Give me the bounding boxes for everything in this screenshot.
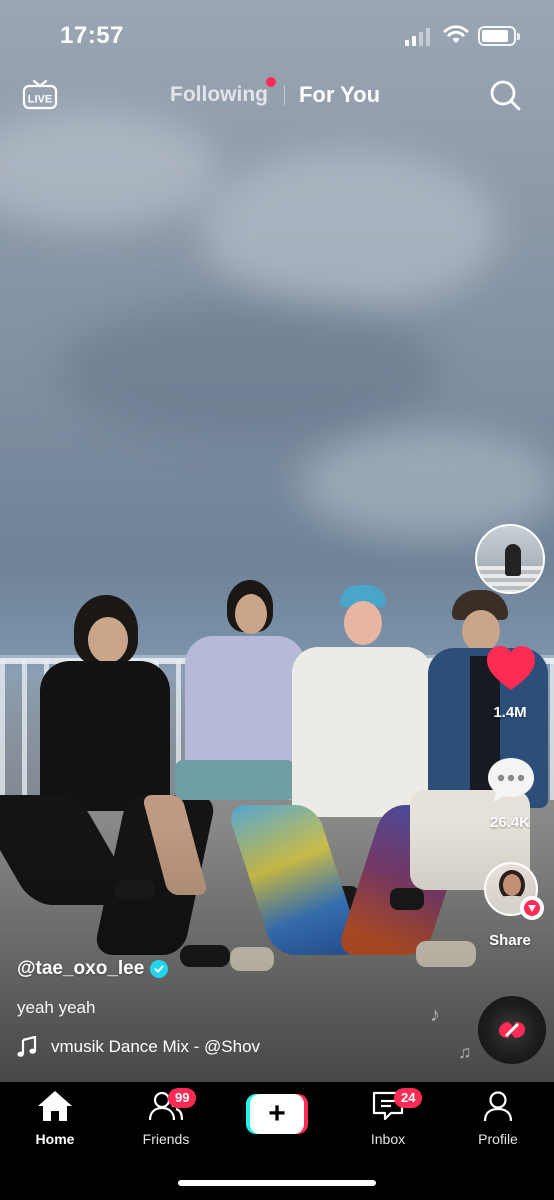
- floating-note-icon: ♪: [430, 1004, 440, 1026]
- tab-home[interactable]: Home: [15, 1090, 95, 1147]
- search-icon[interactable]: [488, 78, 522, 112]
- sky-cloud: [0, 110, 220, 230]
- home-icon: [38, 1091, 72, 1121]
- plus-icon: +: [250, 1094, 304, 1134]
- status-time: 17:57: [60, 22, 124, 49]
- tab-for-you[interactable]: For You: [299, 82, 380, 108]
- wifi-icon: [443, 25, 469, 43]
- tab-profile[interactable]: Profile: [458, 1090, 538, 1147]
- video-player[interactable]: [0, 0, 554, 1082]
- creator-avatar[interactable]: [475, 524, 545, 594]
- share-send-icon: [520, 896, 544, 920]
- tab-profile-label: Profile: [478, 1131, 518, 1147]
- heart-icon[interactable]: [485, 644, 537, 694]
- inbox-badge: 24: [394, 1088, 423, 1108]
- creator-username[interactable]: @tae_oxo_lee: [17, 958, 169, 980]
- music-ticker[interactable]: vmusik Dance Mix - @Shov: [17, 1036, 341, 1058]
- like-count: 1.4M: [493, 704, 527, 721]
- friends-badge: 99: [168, 1088, 197, 1108]
- floating-note-icon: ♫: [458, 1042, 472, 1062]
- video-caption: yeah yeah: [17, 998, 96, 1017]
- sky-cloud: [60, 300, 440, 440]
- tab-friends-label: Friends: [142, 1131, 190, 1147]
- music-title: vmusik Dance Mix - @Shov: [51, 1037, 261, 1056]
- battery-icon: [478, 26, 520, 46]
- create-button[interactable]: +: [246, 1094, 308, 1134]
- live-label: LIVE: [28, 94, 52, 106]
- music-note-icon: [17, 1036, 37, 1057]
- cellular-signal-icon: [405, 28, 430, 46]
- sky-cloud: [200, 150, 500, 310]
- feed-tabs: Following For You: [170, 77, 380, 108]
- tab-home-label: Home: [35, 1131, 75, 1147]
- music-disc-icon[interactable]: [478, 996, 546, 1064]
- tab-inbox[interactable]: Inbox 24: [348, 1088, 428, 1147]
- verified-badge-icon: [150, 960, 169, 978]
- tab-friends[interactable]: Friends 99: [126, 1088, 206, 1147]
- tab-following-label: Following: [170, 83, 268, 106]
- comment-icon[interactable]: [485, 754, 537, 806]
- username-text: @tae_oxo_lee: [17, 958, 145, 979]
- top-nav: LIVE Following For You: [0, 70, 554, 120]
- tab-for-you-label: For You: [298, 82, 381, 107]
- home-indicator[interactable]: [178, 1180, 376, 1186]
- status-bar: 17:57: [0, 0, 554, 70]
- tab-divider: [283, 85, 285, 105]
- comment-count: 26.4K: [489, 814, 531, 831]
- tab-following[interactable]: Following: [170, 77, 276, 107]
- share-button[interactable]: Share: [470, 932, 550, 949]
- live-tv-icon[interactable]: LIVE: [22, 77, 58, 113]
- following-notification-dot: [265, 77, 276, 87]
- tab-inbox-label: Inbox: [370, 1131, 406, 1147]
- profile-icon: [483, 1091, 513, 1122]
